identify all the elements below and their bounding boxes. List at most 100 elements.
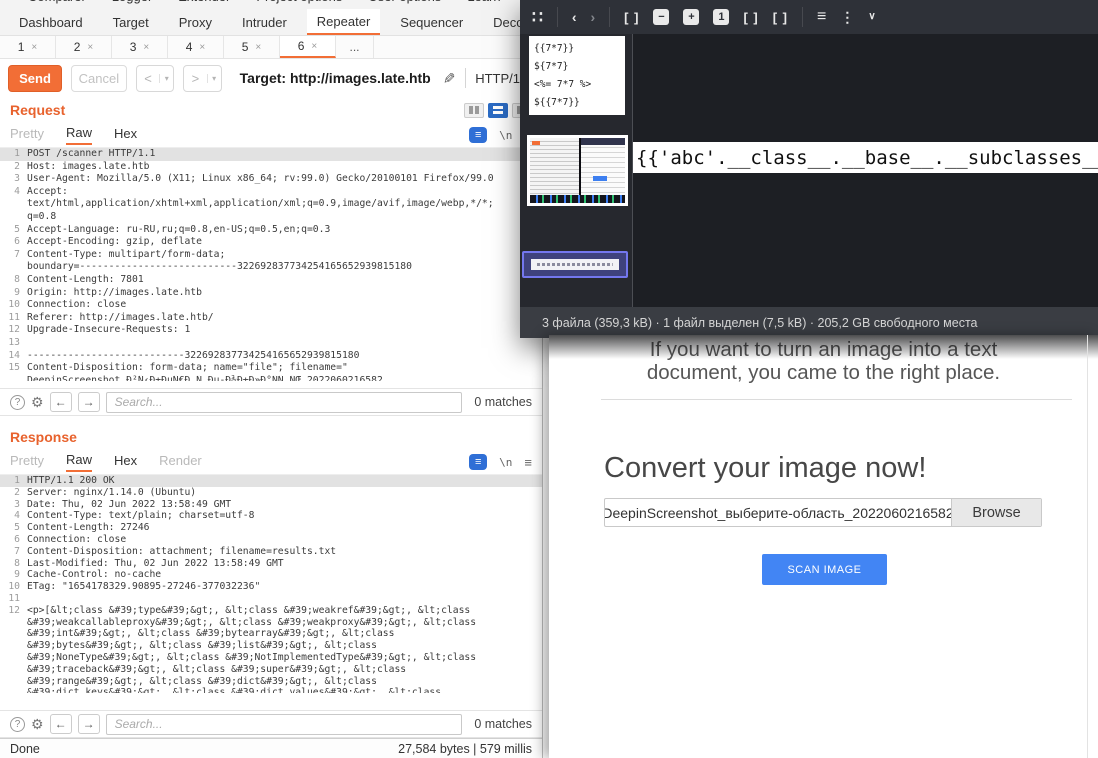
screenshot-thumbnail[interactable] — [527, 135, 628, 206]
line-text: q=0.8 — [27, 211, 56, 224]
top-tab-logger[interactable]: Logger — [112, 0, 152, 4]
next-request-button[interactable]: > ▾ — [183, 65, 221, 92]
chevron-down-icon[interactable]: ▾ — [159, 74, 173, 83]
close-tab-icon[interactable]: × — [311, 41, 317, 52]
repeater-tab-6[interactable]: 6× — [280, 36, 336, 58]
close-tab-icon[interactable]: × — [87, 42, 93, 53]
request-tab-hex[interactable]: Hex — [114, 126, 137, 144]
line-text: Connection: close — [27, 534, 126, 546]
top-tab-user-options[interactable]: User options — [368, 0, 441, 4]
gear-icon[interactable]: ⚙ — [31, 394, 44, 411]
section-divider — [601, 399, 1072, 400]
actual-size-icon[interactable]: 1 — [713, 9, 729, 25]
viewer-preview-canvas[interactable]: {{'abc'.__class__.__base__.__subclasses_… — [633, 34, 1098, 307]
tab-proxy[interactable]: Proxy — [169, 9, 222, 35]
close-tab-icon[interactable]: × — [199, 42, 205, 53]
send-button[interactable]: Send — [8, 65, 62, 92]
line-number: 3 — [0, 173, 20, 186]
search-next-icon[interactable]: → — [78, 714, 100, 734]
repeater-tab-tab[interactable]: ... — [336, 36, 374, 58]
editor-menu-icon[interactable]: ≡ — [524, 455, 532, 470]
close-tab-icon[interactable]: × — [255, 42, 261, 53]
line-text: &#39;int&#39;&gt;, &lt;class &#39;bytear… — [27, 628, 394, 640]
fit-height-icon[interactable]: [ ] — [773, 11, 788, 24]
show-newlines-icon[interactable]: \n — [499, 129, 512, 142]
columns-layout-icon[interactable] — [464, 103, 484, 118]
repeater-tab-2[interactable]: 2× — [56, 36, 112, 58]
tab-repeater[interactable]: Repeater — [307, 9, 380, 35]
list-view-icon[interactable]: ≡ — [817, 9, 826, 25]
grid-icon[interactable]: ∷ — [532, 9, 543, 26]
close-tab-icon[interactable]: × — [143, 42, 149, 53]
search-previous-icon[interactable]: ← — [50, 392, 72, 412]
request-editor[interactable]: 1POST /scanner HTTP/1.12Host: images.lat… — [0, 147, 542, 388]
line-number: 10 — [0, 581, 20, 593]
zoom-in-icon[interactable]: + — [683, 9, 699, 25]
tab-intruder[interactable]: Intruder — [232, 9, 297, 35]
search-next-icon[interactable]: → — [78, 392, 100, 412]
response-editor[interactable]: 1HTTP/1.1 200 OK2Server: nginx/1.14.0 (U… — [0, 474, 542, 710]
tab-dashboard[interactable]: Dashboard — [9, 9, 93, 35]
response-tab-pretty[interactable]: Pretty — [10, 453, 44, 471]
line-number: 8 — [0, 274, 20, 287]
repeater-tab-5[interactable]: 5× — [224, 36, 280, 58]
repeater-tab-label: 1 — [18, 40, 25, 54]
chevron-down-icon[interactable]: ∨ — [868, 12, 875, 22]
close-tab-icon[interactable]: × — [31, 42, 37, 53]
chevron-down-icon[interactable]: ▾ — [207, 74, 221, 83]
repeater-tab-4[interactable]: 4× — [168, 36, 224, 58]
fit-width-icon[interactable]: [ ] — [743, 11, 758, 24]
repeater-tab-label: ... — [349, 40, 359, 54]
rows-layout-icon[interactable] — [488, 103, 508, 118]
edit-target-pencil-icon[interactable]: ✎ — [439, 72, 457, 85]
file-upload-input[interactable]: DeepinScreenshot_выберите-область_202206… — [604, 498, 1042, 527]
pretty-print-icon[interactable]: ≡ — [469, 454, 487, 470]
pretty-print-icon[interactable]: ≡ — [469, 127, 487, 143]
selected-text-thumbnail[interactable] — [522, 251, 628, 278]
top-tab-project-options[interactable]: Project options — [256, 0, 342, 4]
request-search-input[interactable] — [106, 392, 463, 413]
more-options-icon[interactable]: ⋮ — [840, 10, 854, 24]
scan-image-button[interactable]: SCAN IMAGE — [762, 554, 887, 585]
gear-icon[interactable]: ⚙ — [31, 716, 44, 733]
page-right-edge — [1087, 335, 1088, 758]
code-line: 9Cache-Control: no-cache — [0, 569, 542, 581]
help-icon[interactable]: ? — [10, 395, 25, 410]
response-tab-raw[interactable]: Raw — [66, 452, 92, 472]
forward-icon[interactable]: › — [591, 10, 596, 24]
line-number: 2 — [0, 161, 20, 174]
request-tab-pretty[interactable]: Pretty — [10, 126, 44, 144]
help-icon[interactable]: ? — [10, 717, 25, 732]
top-tab-learn[interactable]: Learn — [467, 0, 500, 4]
show-newlines-icon[interactable]: \n — [499, 456, 512, 469]
repeater-tab-label: 3 — [130, 40, 137, 54]
repeater-tab-3[interactable]: 3× — [112, 36, 168, 58]
line-text: Cache-Control: no-cache — [27, 569, 161, 581]
top-tab-extender[interactable]: Extender — [178, 0, 230, 4]
previous-request-button[interactable]: < ▾ — [136, 65, 174, 92]
zoom-out-icon[interactable]: − — [653, 9, 669, 25]
response-tab-hex[interactable]: Hex — [114, 453, 137, 471]
top-tab-comparer[interactable]: Comparer — [28, 0, 86, 4]
line-text: Content-Length: 27246 — [27, 522, 149, 534]
tab-target[interactable]: Target — [103, 9, 159, 35]
response-search-input[interactable] — [106, 714, 463, 735]
http-version-label[interactable]: HTTP/1 — [475, 71, 520, 86]
search-previous-icon[interactable]: ← — [50, 714, 72, 734]
browse-button[interactable]: Browse — [951, 499, 1041, 526]
repeater-tab-1[interactable]: 1× — [0, 36, 56, 58]
request-tab-raw[interactable]: Raw — [66, 125, 92, 145]
back-icon[interactable]: ‹ — [572, 10, 577, 24]
response-tab-render[interactable]: Render — [159, 453, 202, 471]
line-text: Content-Length: 7801 — [27, 274, 144, 287]
preview-image: {{'abc'.__class__.__base__.__subclasses_… — [633, 142, 1098, 173]
payload-text-thumbnail[interactable]: {{7*7}}${7*7}<%= 7*7 %>${{7*7}} — [529, 36, 625, 115]
code-line: 3Date: Thu, 02 Jun 2022 13:58:49 GMT — [0, 499, 542, 511]
line-text: HTTP/1.1 200 OK — [27, 475, 115, 487]
request-search-bar: ? ⚙ ← → 0 matches — [0, 388, 542, 416]
tab-sequencer[interactable]: Sequencer — [390, 9, 473, 35]
viewer-toolbar: ∷ ‹ › [ ] −+1 [ ] [ ] ≡ ⋮ ∨ — [520, 0, 1098, 34]
cancel-button[interactable]: Cancel — [71, 65, 127, 92]
fit-screen-icon[interactable]: [ ] — [624, 11, 639, 24]
request-section-header: Request — [0, 97, 542, 123]
